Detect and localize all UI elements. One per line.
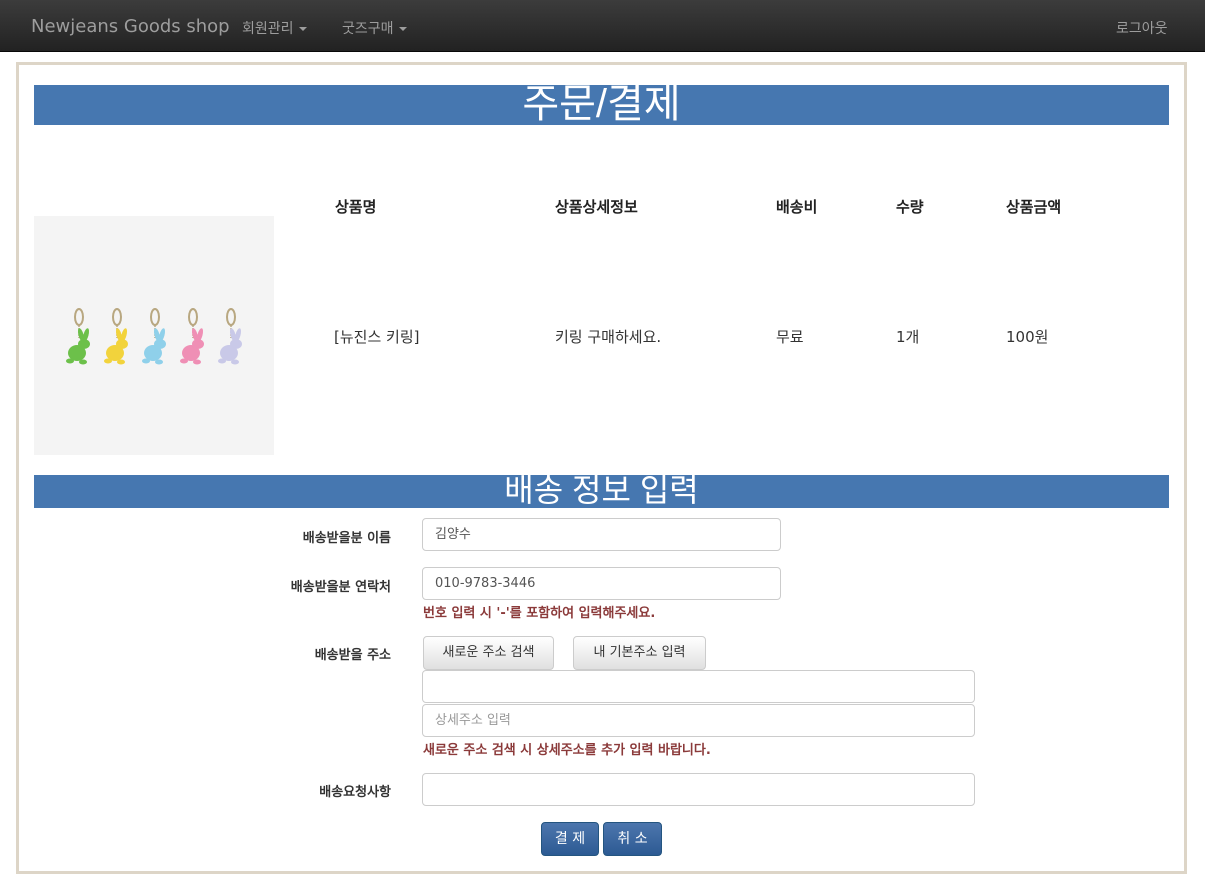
header-shipping-fee: 배송비 [776,198,818,216]
caret-down-icon [298,27,307,31]
cancel-button[interactable]: 취 소 [603,822,662,856]
header-product-detail: 상품상세정보 [555,198,638,216]
phone-help-text: 번호 입력 시 '-'를 포함하여 입력해주세요. [423,606,656,621]
cell-price: 100원 [1006,328,1049,346]
cell-quantity: 1개 [896,328,920,346]
address-label: 배송받을 주소 [314,648,391,663]
delivery-request-label: 배송요청사항 [319,785,391,800]
member-menu-dropdown[interactable]: 회원관리 [242,18,307,38]
caret-down-icon [398,27,407,31]
goods-menu-dropdown[interactable]: 굿즈구매 [342,18,407,38]
detail-address-input[interactable]: 상세주소 입력 [422,704,975,737]
cell-product-name: [뉴진스 키링] [334,328,420,346]
keyring-1 [66,308,90,365]
delivery-request-input[interactable] [422,773,975,806]
recipient-name-label: 배송받을분 이름 [302,531,391,546]
logout-link[interactable]: 로그아웃 [1116,18,1168,38]
keyring-5 [218,308,242,365]
cell-shipping-fee: 무료 [776,328,804,346]
shipping-section-title: 배송 정보 입력 [34,475,1169,508]
keyring-4 [180,308,204,365]
default-address-button[interactable]: 내 기본주소 입력 [573,636,706,670]
page-title: 주문/결제 [34,85,1169,125]
address-input[interactable] [422,670,975,703]
keyring-3 [142,308,166,365]
header-product-name: 상품명 [335,198,377,216]
header-quantity: 수량 [896,198,924,216]
brand-link[interactable]: Newjeans Goods shop [31,16,230,37]
keyring-2 [104,308,128,365]
recipient-name-input[interactable]: 김양수 [422,518,781,551]
keyring-image [66,308,242,365]
product-image [34,216,274,455]
goods-menu-label: 굿즈구매 [342,21,394,37]
top-navbar: Newjeans Goods shop 회원관리 굿즈구매 로그아웃 [0,0,1205,52]
header-price: 상품금액 [1006,198,1062,216]
cell-product-detail: 키링 구매하세요. [555,328,662,346]
member-menu-label: 회원관리 [242,21,294,37]
pay-button[interactable]: 결 제 [541,822,599,856]
address-help-text: 새로운 주소 검색 시 상세주소를 추가 입력 바랍니다. [423,743,711,758]
recipient-phone-label: 배송받을분 연락처 [290,580,391,595]
search-address-button[interactable]: 새로운 주소 검색 [423,636,554,670]
recipient-phone-input[interactable]: 010-9783-3446 [422,567,781,600]
